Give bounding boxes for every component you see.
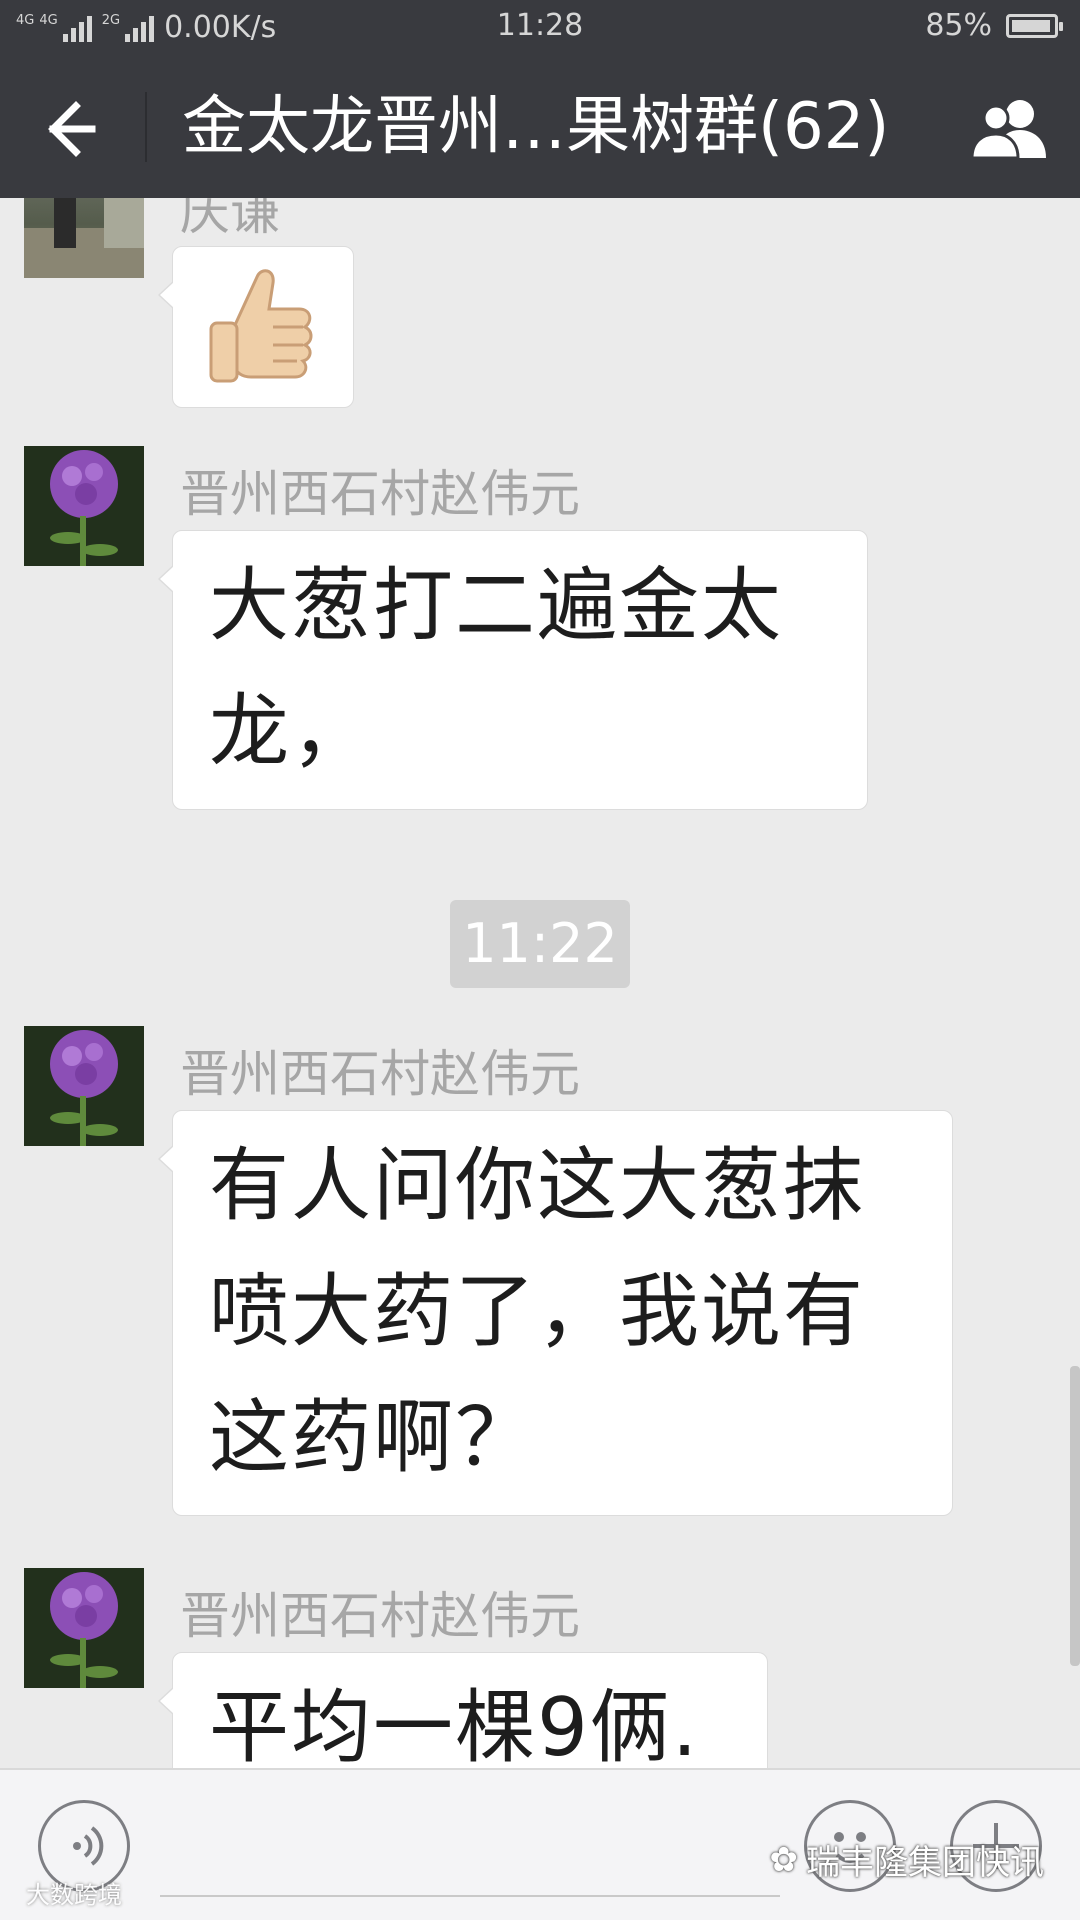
sender-name: 晋州西石村赵伟元 (180, 1045, 580, 1103)
message-line: 有人问你这大葱抹 (209, 1139, 865, 1232)
message-input[interactable] (160, 1895, 780, 1897)
battery-percent: 85% (925, 8, 992, 43)
avatar[interactable] (24, 1568, 144, 1688)
sender-name: 庆谦 (180, 198, 280, 241)
message-line: 这药啊？ (209, 1391, 537, 1484)
message-text: 大葱打二遍金太 龙， (173, 531, 867, 809)
header-divider (145, 92, 147, 162)
avatar[interactable] (24, 198, 144, 278)
wechat-logo-icon: ✿ (769, 1839, 799, 1880)
thumbs-up-icon (209, 269, 313, 383)
chat-header: 金太龙晋州…果树群(62) (0, 56, 1080, 198)
battery-group: 85% (925, 8, 1063, 43)
message-line: 大葱打二遍金太 (209, 559, 783, 652)
status-time: 11:28 (496, 8, 584, 43)
sticker-bubble[interactable] (158, 246, 354, 408)
time-divider: 11:22 (450, 900, 630, 988)
arrow-left-icon (48, 101, 96, 157)
watermark-bottom: 大数跨境 (26, 1881, 122, 1909)
avatar[interactable] (24, 1026, 144, 1146)
status-bar: 4G 4G 2G 0.00K/s 11:28 85% (0, 0, 1080, 56)
message-bubble[interactable]: 大葱打二遍金太 龙， (158, 530, 868, 810)
message-text: 有人问你这大葱抹 喷大药了，我说有 这药啊？ (173, 1111, 952, 1515)
person-photo-icon (24, 198, 144, 278)
message-line: 平均一棵9俩. (209, 1681, 700, 1768)
purple-flower-avatar-icon (24, 446, 144, 566)
purple-flower-avatar-icon (24, 1026, 144, 1146)
message-bubble[interactable]: 平均一棵9俩. (158, 1652, 768, 1768)
group-members-icon (970, 100, 1046, 160)
group-members-button[interactable] (968, 94, 1052, 164)
purple-flower-avatar-icon (24, 1568, 144, 1688)
message-list[interactable]: 庆谦 晋州西石村赵伟元 大葱打二遍金太 龙， 11:22 晋州西石村赵伟元 有人… (0, 198, 1080, 1768)
sender-name: 晋州西石村赵伟元 (180, 465, 580, 523)
avatar[interactable] (24, 446, 144, 566)
chat-title: 金太龙晋州…果树群(62) (182, 90, 890, 164)
sender-name: 晋州西石村赵伟元 (180, 1587, 580, 1645)
battery-icon (1006, 13, 1063, 38)
watermark: ✿ 瑞丰隆集团快讯 (770, 1835, 1045, 1884)
message-line: 龙， (209, 685, 373, 778)
back-button[interactable] (36, 94, 106, 164)
message-text: 平均一棵9俩. (173, 1653, 767, 1768)
message-bubble[interactable]: 有人问你这大葱抹 喷大药了，我说有 这药啊？ (158, 1110, 953, 1516)
watermark-text: 瑞丰隆集团快讯 (806, 1843, 1044, 1883)
message-line: 喷大药了，我说有 (209, 1265, 865, 1358)
scrollbar[interactable] (1070, 1366, 1080, 1666)
